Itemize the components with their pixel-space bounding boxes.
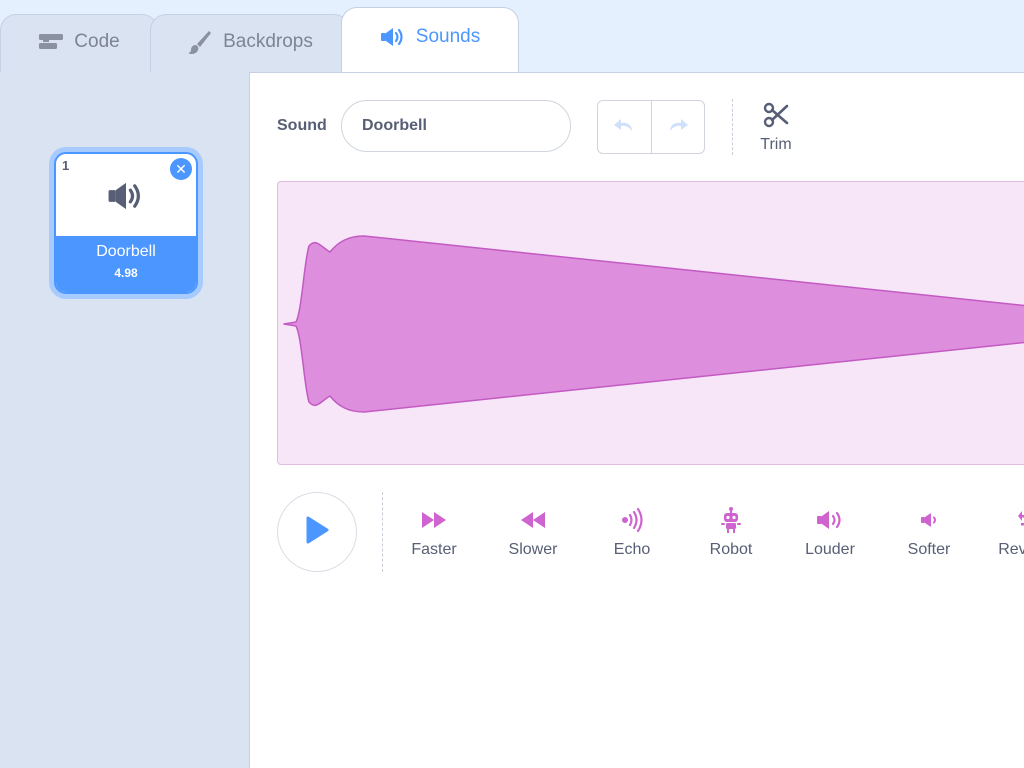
sound-tile-name: Doorbell bbox=[96, 243, 156, 260]
trim-label: Trim bbox=[760, 136, 792, 153]
tab-backdrops[interactable]: Backdrops bbox=[150, 14, 350, 72]
robot-button[interactable]: Robot bbox=[691, 505, 771, 559]
faster-button[interactable]: Faster bbox=[394, 505, 474, 559]
sound-tile-duration: 4.98 bbox=[114, 266, 138, 280]
sound-list-pane: 1 ✕ Doorbell 4.98 bbox=[0, 72, 250, 768]
speaker-icon bbox=[380, 26, 406, 48]
softer-label: Softer bbox=[907, 541, 951, 558]
paintbrush-icon bbox=[187, 29, 213, 55]
sound-name-input[interactable] bbox=[341, 100, 571, 152]
louder-button[interactable]: Louder bbox=[790, 505, 870, 559]
code-icon bbox=[38, 33, 64, 51]
reverse-label: Reverse bbox=[998, 541, 1024, 558]
louder-label: Louder bbox=[805, 541, 855, 558]
play-button[interactable] bbox=[277, 492, 357, 572]
trim-button[interactable]: Trim bbox=[756, 101, 796, 154]
redo-button[interactable] bbox=[650, 101, 705, 153]
sound-tile-doorbell[interactable]: 1 ✕ Doorbell 4.98 bbox=[54, 152, 198, 294]
tab-backdrops-label: Backdrops bbox=[223, 30, 313, 52]
undo-redo-group bbox=[597, 100, 705, 154]
sound-tile-info: Doorbell 4.98 bbox=[56, 236, 196, 292]
softer-button[interactable]: Softer bbox=[889, 505, 969, 559]
robot-label: Robot bbox=[709, 541, 753, 558]
louder-icon bbox=[790, 505, 870, 535]
robot-icon bbox=[691, 505, 771, 535]
waveform bbox=[283, 235, 1024, 413]
undo-button[interactable] bbox=[598, 101, 651, 153]
editor-tab-bar: Code Backdrops Sounds bbox=[0, 0, 1024, 73]
sound-name-label: Sound bbox=[277, 117, 327, 134]
echo-button[interactable]: Echo bbox=[592, 505, 672, 559]
reverse-button[interactable]: Reverse bbox=[988, 505, 1024, 559]
echo-label: Echo bbox=[613, 541, 651, 558]
toolbar-divider bbox=[732, 99, 733, 155]
tab-code[interactable]: Code bbox=[0, 14, 158, 72]
slower-button[interactable]: Slower bbox=[493, 505, 573, 559]
softer-icon bbox=[889, 505, 969, 535]
faster-label: Faster bbox=[411, 541, 457, 558]
faster-icon bbox=[394, 505, 474, 535]
reverse-icon bbox=[988, 505, 1024, 535]
undo-icon bbox=[612, 117, 636, 138]
echo-icon bbox=[592, 505, 672, 535]
scissors-icon bbox=[762, 102, 790, 133]
delete-sound-button[interactable]: ✕ bbox=[170, 158, 192, 180]
tab-sounds[interactable]: Sounds bbox=[341, 7, 519, 73]
waveform-area[interactable] bbox=[277, 181, 1024, 465]
effects-divider bbox=[382, 492, 383, 572]
slower-label: Slower bbox=[508, 541, 558, 558]
slower-icon bbox=[493, 505, 573, 535]
speaker-icon bbox=[106, 180, 146, 217]
sound-editor: Sound Trim bbox=[250, 72, 1024, 768]
tab-code-label: Code bbox=[74, 30, 120, 52]
tab-sounds-label: Sounds bbox=[415, 25, 481, 47]
play-icon bbox=[304, 515, 330, 550]
sound-tile-index: 1 bbox=[62, 158, 70, 173]
redo-icon bbox=[666, 117, 690, 138]
